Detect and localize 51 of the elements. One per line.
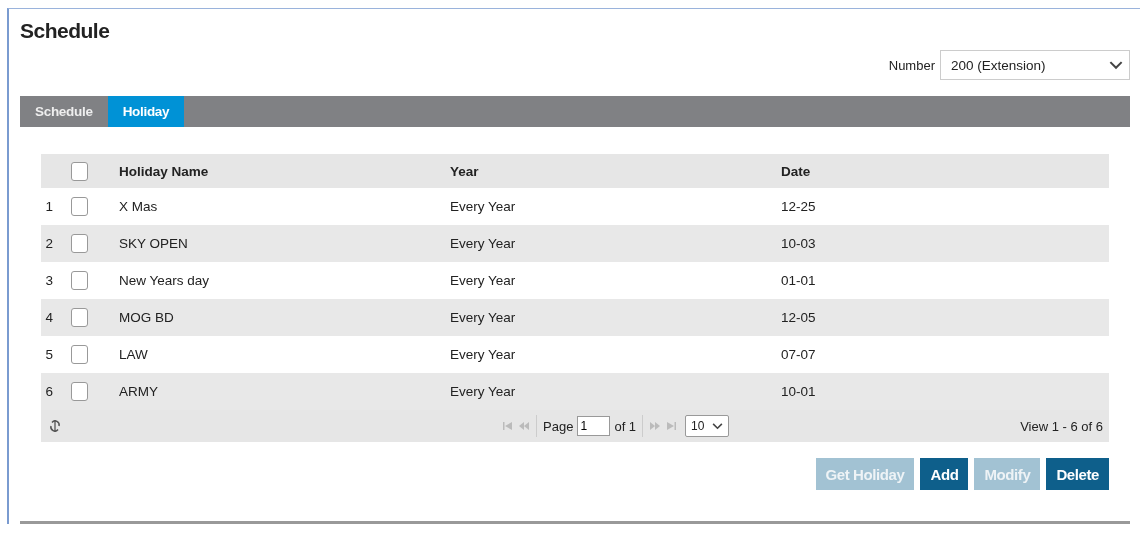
record-count: View 1 - 6 of 6 bbox=[1020, 418, 1103, 434]
row-number: 1 bbox=[44, 199, 54, 214]
column-header: Holiday Name bbox=[119, 163, 210, 179]
table-cell-text: Every Year bbox=[450, 273, 517, 288]
table-cell-text: Every Year bbox=[450, 310, 517, 325]
checkbox[interactable] bbox=[71, 271, 88, 290]
table-cell-text: MOG BD bbox=[119, 310, 175, 325]
checkbox[interactable] bbox=[71, 197, 88, 216]
last-page-icon[interactable] bbox=[665, 422, 678, 430]
table-cell-text: New Years day bbox=[119, 273, 211, 288]
number-select[interactable]: 200 (Extension) bbox=[940, 50, 1130, 80]
table-cell-text: LAW bbox=[119, 347, 149, 362]
page-input[interactable]: 1 bbox=[577, 416, 611, 436]
table-cell-text: 01-01 bbox=[781, 273, 817, 288]
checkbox[interactable] bbox=[71, 234, 88, 253]
previous-page-icon[interactable] bbox=[518, 422, 531, 430]
table-cell-text: Every Year bbox=[450, 236, 517, 251]
row-number: 5 bbox=[44, 347, 54, 362]
table-cell-text: SKY OPEN bbox=[119, 236, 189, 251]
table-cell-text: 10-03 bbox=[781, 236, 817, 251]
table-cell-text: Every Year bbox=[450, 347, 517, 362]
chevron-icon bbox=[1109, 60, 1123, 70]
table-cell-text: Every Year bbox=[450, 384, 517, 399]
page-label: Page bbox=[543, 418, 574, 434]
field-label: Number bbox=[888, 57, 935, 73]
page-count: of 1 bbox=[614, 418, 637, 434]
table-cell-text: 07-07 bbox=[781, 347, 817, 362]
refresh-icon[interactable] bbox=[49, 419, 61, 433]
action-button[interactable]: Delete bbox=[1046, 458, 1109, 490]
checkbox[interactable] bbox=[71, 345, 88, 364]
table-cell-text: Every Year bbox=[450, 199, 517, 214]
column-header: Year bbox=[450, 163, 480, 179]
table-cell-text: 12-05 bbox=[781, 310, 817, 325]
row-number: 2 bbox=[44, 236, 54, 251]
table-cell-text: ARMY bbox=[119, 384, 159, 399]
first-page-icon[interactable] bbox=[502, 422, 515, 430]
row-number: 3 bbox=[44, 273, 54, 288]
row-number: 6 bbox=[44, 384, 54, 399]
next-page-icon[interactable] bbox=[649, 422, 662, 430]
page-title: Schedule bbox=[20, 19, 111, 44]
action-button[interactable]: Add bbox=[920, 458, 969, 490]
page-size-select[interactable]: 10 bbox=[685, 415, 730, 437]
checkbox[interactable] bbox=[71, 382, 88, 401]
table-cell-text: X Mas bbox=[119, 199, 159, 214]
row-number: 4 bbox=[44, 310, 54, 325]
column-header: Date bbox=[781, 163, 812, 179]
table-cell-text: 10-01 bbox=[781, 384, 817, 399]
table-cell-text: 12-25 bbox=[781, 199, 817, 214]
checkbox[interactable] bbox=[71, 161, 88, 181]
chevron-icon bbox=[712, 422, 724, 430]
checkbox[interactable] bbox=[71, 308, 88, 327]
